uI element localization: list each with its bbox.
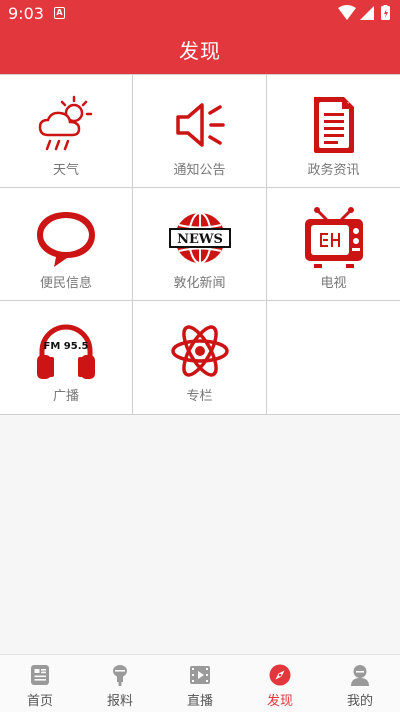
tile-column[interactable]: 专栏	[133, 301, 267, 415]
tile-empty	[267, 301, 400, 415]
tab-report[interactable]: 报料	[80, 655, 160, 712]
weather-icon	[34, 93, 98, 157]
tile-government-news[interactable]: 政务资讯	[267, 75, 400, 188]
tv-icon	[302, 206, 366, 270]
tab-label: 报料	[106, 694, 133, 709]
status-bar: 9:03 A	[0, 0, 400, 26]
user-icon	[348, 663, 372, 687]
discover-grid: 天气 通知公告 政务资讯 便民信息 NEWS 敦化新闻 电视 FM 95.5 广…	[0, 74, 400, 415]
tile-label: 广播	[52, 389, 79, 404]
notification-icon: A	[54, 7, 65, 19]
tile-label: 电视	[320, 276, 347, 291]
tab-me[interactable]: 我的	[320, 655, 400, 712]
tile-label: 政务资讯	[307, 163, 360, 178]
news-globe-icon: NEWS	[168, 206, 232, 270]
tab-label: 直播	[186, 694, 213, 709]
tile-tv[interactable]: 电视	[267, 188, 400, 301]
tile-label: 通知公告	[173, 163, 226, 178]
home-icon	[28, 663, 52, 687]
tab-home[interactable]: 首页	[0, 655, 80, 712]
battery-icon	[381, 5, 390, 20]
tile-weather[interactable]: 天气	[0, 75, 133, 188]
radio-badge-text: FM 95.5	[44, 341, 89, 352]
news-badge-text: NEWS	[177, 232, 223, 247]
status-time: 9:03	[8, 4, 44, 23]
microphone-icon	[108, 663, 132, 687]
atom-icon	[168, 319, 232, 383]
page-title: 发现	[179, 39, 221, 63]
tab-label: 发现	[266, 694, 293, 709]
tile-label: 天气	[52, 163, 79, 178]
tab-label: 我的	[346, 694, 373, 709]
headphones-icon: FM 95.5	[34, 319, 98, 383]
chat-bubble-icon	[34, 206, 98, 270]
wifi-icon	[338, 5, 356, 20]
tile-public-info[interactable]: 便民信息	[0, 188, 133, 301]
document-icon	[302, 93, 366, 157]
tile-radio[interactable]: FM 95.5 广播	[0, 301, 133, 415]
compass-icon	[268, 663, 292, 687]
tab-discover[interactable]: 发现	[240, 655, 320, 712]
signal-icon	[360, 6, 374, 20]
tile-label: 专栏	[186, 389, 213, 404]
tile-label: 便民信息	[39, 276, 92, 291]
bottom-tab-bar: 首页 报料 直播 发现 我的	[0, 654, 400, 712]
tile-label: 敦化新闻	[173, 276, 226, 291]
tile-dunhua-news[interactable]: NEWS 敦化新闻	[133, 188, 267, 301]
speaker-icon	[168, 93, 232, 157]
app-header: 9:03 A 发现	[0, 0, 400, 74]
status-icons	[338, 5, 394, 21]
tile-notice[interactable]: 通知公告	[133, 75, 267, 188]
tab-live[interactable]: 直播	[160, 655, 240, 712]
tab-label: 首页	[26, 694, 53, 709]
video-icon	[188, 663, 212, 687]
